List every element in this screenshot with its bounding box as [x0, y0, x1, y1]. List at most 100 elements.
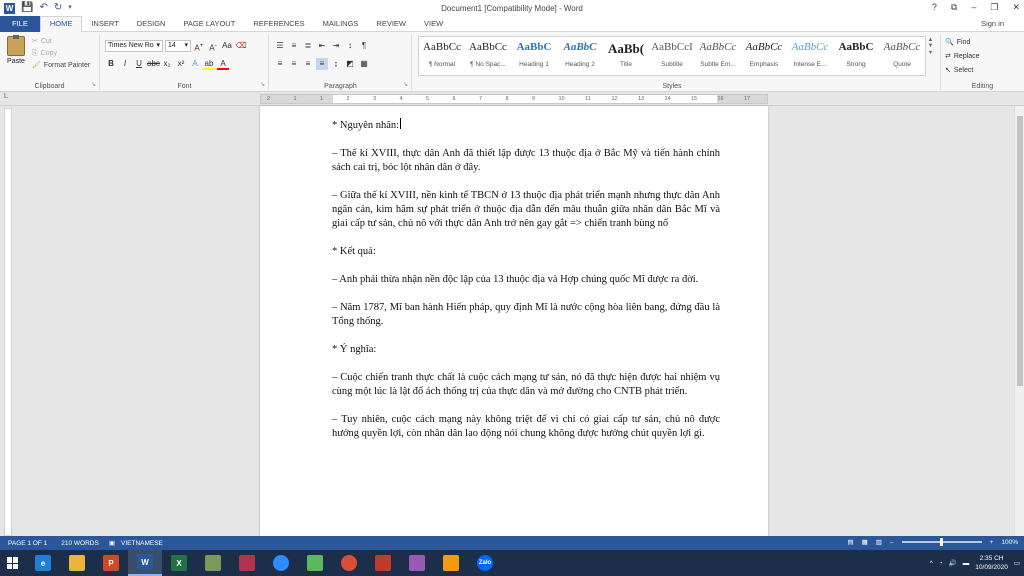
zoom-in-icon[interactable]: + — [990, 539, 994, 546]
clear-format-icon[interactable]: ⌫ — [235, 40, 247, 52]
style-item[interactable]: AaBbC Heading 1 — [511, 37, 557, 75]
font-name-box[interactable]: Times New Ro ▾ — [105, 40, 163, 52]
taskbar-app-file-explorer[interactable] — [60, 550, 94, 576]
taskbar-app-app-paint2[interactable] — [400, 550, 434, 576]
close-button[interactable]: ✕ — [1012, 2, 1020, 13]
word-count[interactable]: 210 WORDS — [61, 540, 99, 547]
language-indicator[interactable]: VIETNAMESE — [121, 540, 163, 547]
change-case-icon[interactable]: Aa — [221, 40, 233, 52]
tab-references[interactable]: REFERENCES — [244, 16, 313, 32]
dialog-launcher-icon[interactable]: ↘ — [91, 81, 96, 88]
increase-indent-icon[interactable]: ⇥ — [330, 40, 342, 52]
zoom-slider-knob[interactable] — [939, 538, 943, 546]
page-count[interactable]: PAGE 1 OF 1 — [8, 540, 47, 547]
format-painter-button[interactable]: 🖌 Format Painter — [32, 60, 90, 72]
document-page[interactable]: * Nguyên nhân: – Thế kỉ XVIII, thực dân A… — [260, 106, 768, 536]
document-paragraph[interactable]: – Tuy nhiên, cuộc cách mạng này không tr… — [332, 413, 720, 441]
document-paragraph[interactable]: – Năm 1787, Mĩ ban hành Hiến pháp, quy đ… — [332, 301, 720, 329]
document-paragraph[interactable]: – Cuộc chiến tranh thực chất là cuộc các… — [332, 371, 720, 399]
minimize-button[interactable]: – — [971, 2, 976, 13]
document-paragraph[interactable]: * Kết quả: — [332, 245, 720, 259]
document-paragraph[interactable]: – Thế kỉ XVIII, thực dân Anh đã thiết lậ… — [332, 147, 720, 175]
style-item[interactable]: AaBbCcI Subtitle — [649, 37, 695, 75]
horizontal-ruler[interactable]: 2 1 1 2 3 4 5 6 7 8 9 10 11 12 13 14 15 16 17 — [260, 94, 768, 104]
grow-font-icon[interactable]: A+ — [193, 40, 205, 53]
clock[interactable]: 2:35 CH 10/09/2020 — [975, 554, 1008, 572]
dialog-launcher-icon[interactable]: ↘ — [260, 81, 265, 88]
maximize-button[interactable]: ❐ — [990, 2, 998, 13]
style-item[interactable]: AaBbCc Subtle Em... — [695, 37, 741, 75]
taskbar-app-word[interactable]: W — [128, 550, 162, 576]
taskbar-app-excel[interactable]: X — [162, 550, 196, 576]
underline-button[interactable]: U — [133, 58, 145, 70]
taskbar-app-refresh-app[interactable] — [298, 550, 332, 576]
numbering-icon[interactable]: ≡ — [288, 40, 300, 52]
tab-design[interactable]: DESIGN — [128, 16, 175, 32]
zoom-slider[interactable] — [901, 538, 982, 546]
taskbar-app-zoom[interactable] — [264, 550, 298, 576]
start-button[interactable] — [0, 550, 26, 576]
borders-icon[interactable]: ▦ — [358, 58, 370, 70]
zoom-level[interactable]: 100% — [1001, 539, 1018, 546]
language-bar-icon[interactable]: ▬ — [963, 560, 970, 567]
volume-icon[interactable]: 🔊 — [949, 559, 957, 567]
zoom-out-icon[interactable]: – — [890, 539, 894, 546]
taskbar-app-paint[interactable] — [196, 550, 230, 576]
decrease-indent-icon[interactable]: ⇤ — [316, 40, 328, 52]
taskbar-app-edge[interactable]: e — [26, 550, 60, 576]
find-button[interactable]: 🔍 Find — [945, 36, 980, 50]
tray-chevron-icon[interactable]: ^ — [930, 560, 933, 567]
style-item[interactable]: AaBbCc Quote — [879, 37, 925, 75]
tab-page-layout[interactable]: PAGE LAYOUT — [174, 16, 244, 32]
vertical-scrollbar[interactable] — [1014, 106, 1024, 536]
style-item[interactable]: AaBbCc Emphasis — [741, 37, 787, 75]
shading-icon[interactable]: ◩ — [344, 58, 356, 70]
style-item[interactable]: AaBbCc ¶ Normal — [419, 37, 465, 75]
tab-insert[interactable]: INSERT — [82, 16, 127, 32]
select-button[interactable]: ↖ Select — [945, 64, 980, 78]
taskbar-app-chrome[interactable] — [332, 550, 366, 576]
paste-button[interactable]: Paste — [4, 35, 28, 72]
sign-in-link[interactable]: Sign in — [981, 19, 1004, 28]
scrollbar-thumb[interactable] — [1017, 116, 1023, 386]
bullets-icon[interactable]: ☰ — [274, 40, 286, 52]
style-item[interactable]: AaBbCc Intense E... — [787, 37, 833, 75]
tab-home[interactable]: HOME — [39, 15, 83, 32]
save-icon[interactable]: 💾 — [21, 3, 33, 13]
notification-icon[interactable]: ▭ — [1014, 559, 1020, 567]
undo-icon[interactable]: ↶ — [39, 3, 47, 13]
shrink-font-icon[interactable]: A- — [207, 40, 219, 53]
style-item[interactable]: AaBbC Strong — [833, 37, 879, 75]
text-effects-icon[interactable]: A — [189, 58, 201, 70]
cut-button[interactable]: ✂ Cut — [32, 36, 90, 48]
justify-icon[interactable]: ≡ — [316, 58, 328, 70]
tab-mailings[interactable]: MAILINGS — [314, 16, 368, 32]
copy-button[interactable]: ⎘ Copy — [32, 48, 90, 60]
tab-file[interactable]: FILE — [0, 15, 40, 32]
help-button[interactable]: ? — [932, 2, 937, 13]
taskbar-app-zalo[interactable]: Zalo — [468, 550, 502, 576]
sort-icon[interactable]: ↕ — [344, 40, 356, 52]
dialog-launcher-icon[interactable]: ↘ — [403, 81, 408, 88]
redo-icon[interactable]: ↻ — [54, 3, 62, 13]
font-size-box[interactable]: 14 ▾ — [165, 40, 191, 52]
vertical-ruler[interactable] — [4, 108, 12, 536]
highlight-icon[interactable]: ab — [203, 58, 215, 70]
superscript-icon[interactable]: x² — [175, 58, 187, 70]
multilevel-list-icon[interactable]: ≣ — [302, 40, 314, 52]
document-paragraph[interactable]: * Nguyên nhân: — [332, 118, 720, 133]
taskbar-app-app-red[interactable] — [366, 550, 400, 576]
taskbar-app-powerpoint[interactable]: P — [94, 550, 128, 576]
ribbon-display-button[interactable]: ⧉ — [951, 2, 957, 13]
italic-button[interactable]: I — [119, 58, 131, 70]
align-left-icon[interactable]: ≡ — [274, 58, 286, 70]
style-item[interactable]: AaBbC Heading 2 — [557, 37, 603, 75]
tab-view[interactable]: VIEW — [415, 16, 452, 32]
web-layout-icon[interactable]: ▥ — [876, 538, 882, 546]
font-color-icon[interactable]: A — [217, 58, 229, 70]
replace-button[interactable]: ⇄ Replace — [945, 50, 980, 64]
customize-qat-icon[interactable]: ▾ — [68, 3, 72, 13]
align-right-icon[interactable]: ≡ — [302, 58, 314, 70]
bold-button[interactable]: B — [105, 58, 117, 70]
print-layout-icon[interactable]: ▦ — [862, 538, 868, 546]
